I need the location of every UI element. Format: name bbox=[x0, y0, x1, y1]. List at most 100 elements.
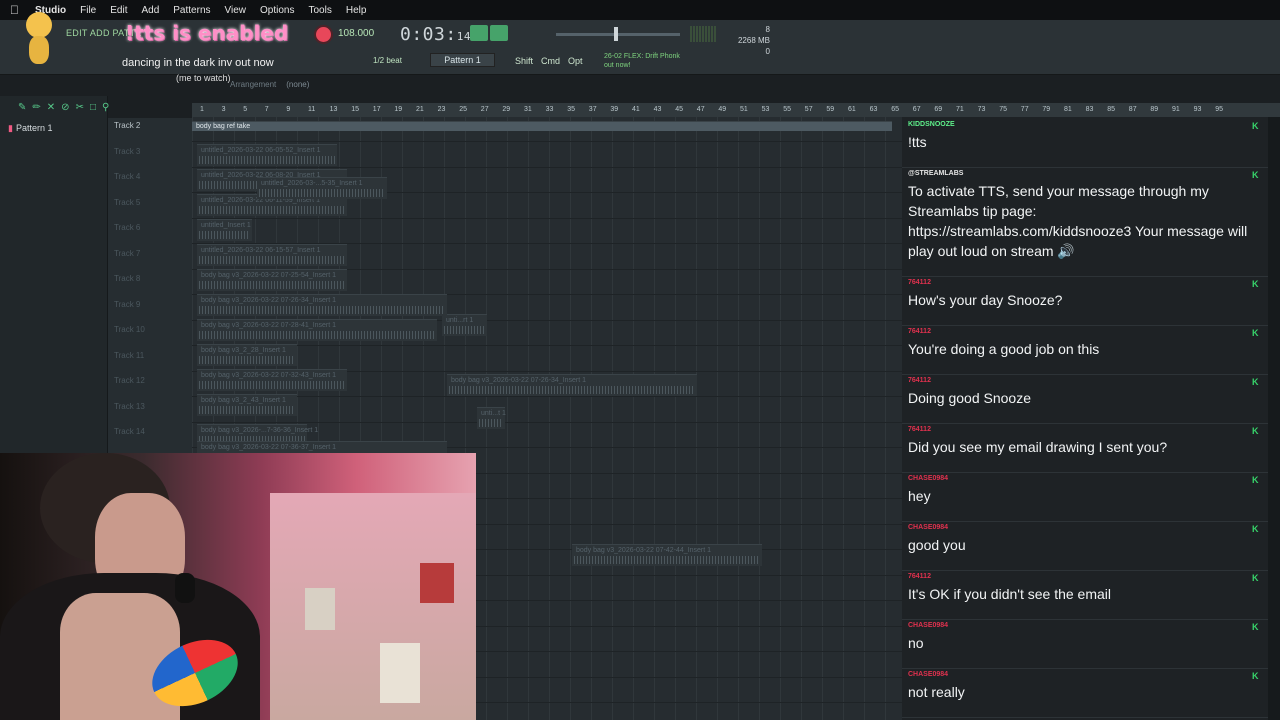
clip-waveform bbox=[199, 206, 345, 214]
audio-clip[interactable]: body bag v3_2_28_Insert 1 bbox=[197, 344, 297, 366]
cpu-meter bbox=[690, 26, 716, 42]
paint-tool-icon[interactable]: ✏ bbox=[32, 102, 40, 113]
chat-username[interactable]: 764112 bbox=[908, 426, 931, 433]
audio-clip[interactable]: unti...t 1 bbox=[477, 407, 506, 429]
chat-scrollbar[interactable] bbox=[1268, 117, 1280, 720]
arrangement-label[interactable]: Arrangement (none) bbox=[230, 80, 309, 89]
news-ticker[interactable]: 26-02 FLEX: Drift Phonk out now! bbox=[604, 52, 680, 70]
track-header[interactable]: Track 5 bbox=[114, 198, 140, 207]
record-button[interactable] bbox=[316, 27, 331, 42]
ruler-tick: 69 bbox=[934, 106, 943, 113]
chat-username[interactable]: CHASE0984 bbox=[908, 671, 948, 678]
track-header[interactable]: Track 7 bbox=[114, 249, 140, 258]
chat-divider bbox=[902, 717, 1268, 718]
chat-username[interactable]: 764112 bbox=[908, 328, 931, 335]
menu-edit[interactable]: Edit bbox=[103, 5, 134, 16]
audio-clip[interactable]: body bag v3_2026-03-22 07-26-34_Insert 1 bbox=[447, 374, 697, 396]
track-header[interactable]: Track 9 bbox=[114, 300, 140, 309]
audio-clip[interactable]: body bag v3_2026-03-22 07-25-54_Insert 1 bbox=[197, 269, 347, 291]
track-header[interactable]: Track 13 bbox=[114, 402, 145, 411]
audio-clip[interactable]: body bag v3_2026-03-22 07-28-41_Insert 1 bbox=[197, 319, 437, 341]
clip-label: body bag v3_2_28_Insert 1 bbox=[201, 347, 286, 354]
track-header[interactable]: Track 11 bbox=[114, 351, 144, 360]
track-header[interactable]: Track 2 bbox=[114, 121, 140, 130]
chat-username[interactable]: 764112 bbox=[908, 573, 931, 580]
menu-tools[interactable]: Tools bbox=[301, 5, 338, 16]
mute-tool-icon[interactable]: ⊘ bbox=[61, 102, 69, 113]
chat-username[interactable]: 764112 bbox=[908, 279, 931, 286]
track-header[interactable]: Track 14 bbox=[114, 427, 145, 436]
chat-message: CHASE0984 not really K bbox=[902, 670, 1268, 719]
audio-clip[interactable]: body bag v3_2026-03-22 07-32-43_Insert 1 bbox=[197, 369, 347, 391]
track-header[interactable]: Track 6 bbox=[114, 223, 140, 232]
song-mode-button[interactable] bbox=[490, 25, 508, 41]
chat-username[interactable]: CHASE0984 bbox=[908, 475, 948, 482]
chat-username[interactable]: CHASE0984 bbox=[908, 524, 948, 531]
chat-panel: KIDDSNOOZE !tts K @STREAMLABS To activate TT… bbox=[902, 117, 1268, 720]
pattern-list-item[interactable]: ▮ Pattern 1 bbox=[8, 123, 52, 134]
menu-view[interactable]: View bbox=[218, 5, 254, 16]
pattern-song-toggle[interactable] bbox=[470, 25, 508, 41]
tts-banner: !tts is enabled bbox=[125, 21, 289, 45]
chat-message: KIDDSNOOZE !tts K bbox=[902, 120, 1268, 169]
slider-knob[interactable] bbox=[614, 27, 618, 41]
master-volume-slider[interactable] bbox=[556, 27, 680, 41]
audio-clip[interactable]: body bag ref take bbox=[192, 121, 892, 131]
track-header[interactable]: Track 10 bbox=[114, 325, 145, 334]
chat-username[interactable]: CHASE0984 bbox=[908, 622, 948, 629]
track-header[interactable]: Track 4 bbox=[114, 172, 140, 181]
audio-clip[interactable]: untitled_2026-03-22 06-05-52_Insert 1 bbox=[197, 144, 337, 166]
ruler-tick: 53 bbox=[761, 106, 770, 113]
menu-options[interactable]: Options bbox=[253, 5, 301, 16]
chat-username[interactable]: 764112 bbox=[908, 377, 931, 384]
audio-clip[interactable]: untitled_Insert 1 bbox=[197, 219, 252, 241]
audio-clip[interactable]: unti...rt 1 bbox=[442, 314, 487, 336]
draw-tool-icon[interactable]: ✎ bbox=[18, 102, 26, 113]
clip-waveform bbox=[199, 331, 435, 339]
microphone bbox=[175, 573, 195, 603]
cmd-key[interactable]: Cmd bbox=[541, 56, 560, 66]
timeline-ruler[interactable]: 1 3 5 7 9 11 13 15 17 19 21 23 25 27 29 31 33 35 37 39 41 43 4… bbox=[192, 103, 1280, 117]
ruler-tick: 59 bbox=[826, 106, 835, 113]
audio-clip[interactable]: body bag v3_2026-03-22 07-42-44_Insert 1 bbox=[572, 544, 762, 566]
now-playing-text: dancing in the dark inv out now bbox=[122, 57, 274, 69]
ruler-tick: 17 bbox=[372, 106, 381, 113]
select-tool-icon[interactable]: □ bbox=[90, 102, 96, 113]
clip-waveform bbox=[199, 156, 335, 164]
pattern-mode-button[interactable] bbox=[470, 25, 488, 41]
slice-tool-icon[interactable]: ✂ bbox=[76, 102, 84, 113]
chat-text: Did you see my email drawing I sent you? bbox=[908, 439, 1168, 455]
menu-file[interactable]: File bbox=[73, 5, 103, 16]
chat-username[interactable]: @STREAMLABS bbox=[908, 170, 963, 177]
zoom-tool-icon[interactable]: ⚲ bbox=[102, 102, 109, 113]
delete-tool-icon[interactable]: ✕ bbox=[47, 102, 55, 113]
audio-clip[interactable]: untitled_2026-03-...5-35_Insert 1 bbox=[257, 177, 387, 199]
snap-selector[interactable]: 1/2 beat bbox=[373, 56, 402, 65]
track-header[interactable]: Track 3 bbox=[114, 147, 140, 156]
chat-text: Doing good Snooze bbox=[908, 390, 1031, 406]
track-header[interactable]: Track 8 bbox=[114, 274, 140, 283]
ruler-tick: 85 bbox=[1107, 106, 1115, 113]
chat-username[interactable]: KIDDSNOOZE bbox=[908, 121, 955, 128]
kick-badge-icon: K bbox=[1252, 475, 1259, 485]
ruler-tick: 55 bbox=[783, 106, 791, 113]
chat-divider bbox=[902, 276, 1268, 277]
menu-help[interactable]: Help bbox=[339, 5, 374, 16]
track-header[interactable]: Track 12 bbox=[114, 376, 145, 385]
ruler-tick: 39 bbox=[610, 106, 619, 113]
playlist-lane bbox=[192, 219, 902, 244]
clip-waveform bbox=[259, 189, 385, 197]
menu-patterns[interactable]: Patterns bbox=[166, 5, 217, 16]
audio-clip[interactable]: body bag v3_2_43_Insert 1 bbox=[197, 394, 297, 416]
pattern-selector[interactable]: Pattern 1 bbox=[430, 53, 495, 67]
time-main: 0:03 bbox=[400, 24, 446, 45]
audio-clip[interactable]: untitled_2026-03-22 06-15-57_Insert 1 bbox=[197, 244, 347, 266]
shift-key[interactable]: Shift bbox=[515, 56, 533, 66]
ruler-tick: 67 bbox=[912, 106, 921, 113]
tempo-display[interactable]: 108.000 bbox=[338, 28, 374, 39]
audio-clip[interactable]: body bag v3_2026-03-22 07-26-34_Insert 1 bbox=[197, 294, 447, 316]
menu-add[interactable]: Add bbox=[134, 5, 166, 16]
opt-key[interactable]: Opt bbox=[568, 56, 583, 66]
ruler-tick: 63 bbox=[869, 106, 878, 113]
kick-badge-icon: K bbox=[1252, 622, 1259, 632]
